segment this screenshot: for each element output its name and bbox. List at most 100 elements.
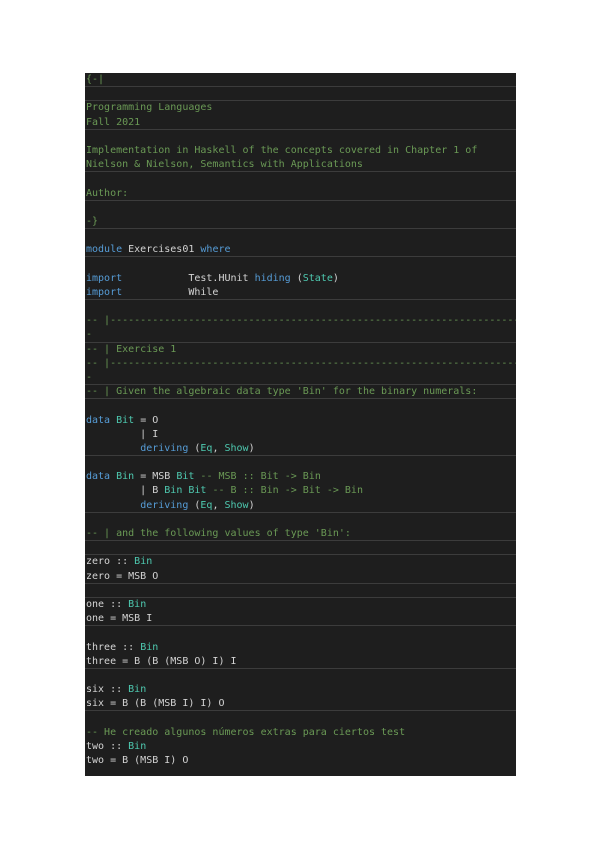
code-token: - (86, 329, 93, 341)
code-token: {-| (86, 74, 105, 85)
code-token: Author: (86, 187, 129, 199)
code-line: one = MSB I (85, 612, 516, 627)
code-line: Nielson & Nielson, Semantics with Applic… (85, 158, 516, 173)
code-line: Author: (85, 187, 516, 201)
code-token: State (302, 272, 333, 284)
code-token: | B (86, 485, 165, 497)
code-token: -- He creado algunos números extras para… (86, 726, 406, 738)
code-line: -} (85, 215, 516, 230)
code-line: six :: Bin (85, 683, 516, 697)
code-line: -- | Exercise 1 (85, 343, 516, 357)
code-token: ( (188, 442, 201, 454)
code-line: one :: Bin (85, 598, 516, 612)
code-line: three = B (B (MSB O) I) I (85, 655, 516, 669)
code-token: two :: (86, 740, 129, 752)
code-token: Bin (134, 556, 153, 568)
code-token: Test.HUnit (122, 272, 255, 284)
code-line: {-| (85, 73, 516, 88)
code-line: zero = MSB O (85, 570, 516, 584)
code-token: module (86, 244, 123, 256)
code-line: -- |------------------------------------… (85, 314, 516, 328)
code-token: Show (224, 442, 249, 454)
code-token: Bin (128, 684, 147, 696)
code-token: Exercises01 (122, 244, 201, 256)
code-line: -- | and the following values of type 'B… (85, 527, 516, 542)
code-token: , (212, 499, 225, 511)
code-token: Implementation in Haskell of the concept… (86, 144, 478, 156)
code-token: Bit (116, 414, 135, 426)
code-token: | I (86, 428, 159, 440)
code-line: Implementation in Haskell of the concept… (85, 144, 516, 158)
code-token: -- | Exercise 1 (86, 343, 177, 355)
code-line: - (85, 371, 516, 386)
code-token: Nielson & Nielson, Semantics with Applic… (86, 159, 363, 171)
code-line: | I (85, 428, 516, 442)
code-token: -- MSB :: Bit -> Bin (194, 471, 321, 483)
code-line: Fall 2021 (85, 116, 516, 130)
code-line: deriving (Eq, Show) (85, 442, 516, 457)
code-line: -- | Given the algebraic data type 'Bin'… (85, 385, 516, 400)
code-line: data Bit = O (85, 414, 516, 428)
code-line (85, 541, 516, 556)
code-token: -- |------------------------------------… (86, 357, 516, 369)
code-token: deriving (140, 442, 189, 454)
code-line: six = B (B (MSB I) I) O (85, 697, 516, 712)
code-line: | B Bin Bit -- B :: Bin -> Bit -> Bin (85, 484, 516, 498)
code-line: deriving (Eq, Show) (85, 499, 516, 513)
code-token: two = B (MSB I) O (86, 755, 189, 766)
code-token: Programming Languages (86, 102, 213, 114)
code-line (85, 584, 516, 598)
code-token: While (122, 286, 219, 298)
code-line: two = B (MSB I) O (85, 754, 516, 768)
code-token: - (86, 371, 93, 383)
code-token: deriving (140, 499, 189, 511)
code-token: data (86, 471, 111, 483)
code-token: ( (188, 499, 201, 511)
code-line: -- |------------------------------------… (85, 357, 516, 371)
code-token: Bin (140, 641, 159, 653)
code-line: import Test.HUnit hiding (State) (85, 272, 516, 286)
code-line: Programming Languages (85, 101, 516, 115)
code-token: import (86, 272, 123, 284)
code-token: zero = MSB O (86, 570, 159, 582)
code-token: one = MSB I (86, 613, 153, 625)
code-token: = O (134, 414, 159, 426)
code-token: Bin (128, 598, 147, 610)
code-token: ( (290, 272, 303, 284)
code-token: -- | Given the algebraic data type 'Bin'… (86, 386, 478, 398)
code-token: Show (224, 499, 249, 511)
code-token: Bin (128, 740, 147, 752)
code-token: Eq (200, 442, 213, 454)
code-token: Bit (188, 485, 207, 497)
code-token: Bin (164, 485, 183, 497)
code-token: = MSB (134, 471, 177, 483)
code-token: three = B (B (MSB O) I) I (86, 655, 237, 667)
code-token: -- B :: Bin -> Bit -> Bin (206, 485, 363, 497)
code-line: two :: Bin (85, 740, 516, 754)
code-token: Bit (176, 471, 195, 483)
code-line: -- He creado algunos números extras para… (85, 726, 516, 740)
code-token: three :: (86, 641, 141, 653)
code-token: Eq (200, 499, 213, 511)
code-token: -} (86, 215, 99, 227)
code-token: Fall 2021 (86, 116, 141, 128)
code-token: ) (332, 272, 339, 284)
code-token: -- |------------------------------------… (86, 315, 516, 327)
code-line: import While (85, 286, 516, 300)
code-editor-snippet: {-| Programming Languages Fall 2021 Impleme… (85, 73, 516, 776)
code-token: hiding (254, 272, 291, 284)
code-token: Bin (116, 471, 135, 483)
code-token: where (200, 244, 231, 256)
